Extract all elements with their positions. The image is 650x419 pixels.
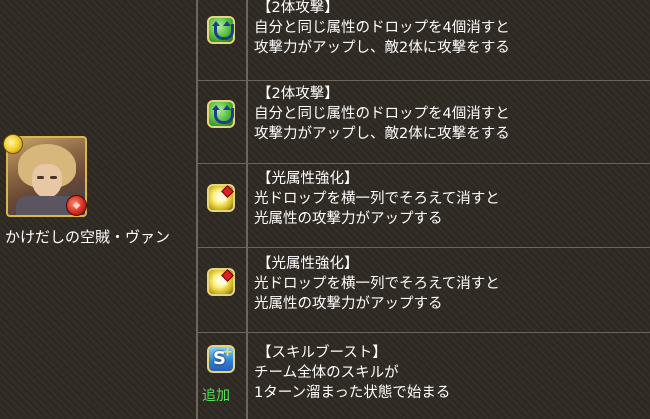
skill-desc-line: 自分と同じ属性のドロップを4個消すと xyxy=(254,106,510,122)
skill-text-cell: 【光属性強化】 光ドロップを横一列でそろえて消すと 光属性の攻撃力がアップする xyxy=(248,254,643,314)
skill-title: 【光属性強化】 xyxy=(257,256,359,272)
light-row-enhance-icon: ✸ xyxy=(207,184,235,212)
portrait-face xyxy=(32,164,62,198)
skill-title: 【2体攻撃】 xyxy=(257,0,339,16)
row-divider-3 xyxy=(197,247,650,248)
skill-desc-line: チーム全体のスキルが xyxy=(254,365,399,381)
row-divider-2 xyxy=(197,163,650,164)
plus-mark: + xyxy=(222,345,233,360)
two-pronged-attack-icon xyxy=(207,100,235,128)
character-name: かけだしの空賊・ヴァン xyxy=(5,228,171,246)
added-label: 追加 xyxy=(202,388,230,404)
skill-desc-line: 光属性の攻撃力がアップする xyxy=(254,211,443,227)
skill-icon-cell: S + 追加 xyxy=(197,333,246,419)
skill-text-cell: 【2体攻撃】 自分と同じ属性のドロップを4個消すと 攻撃力がアップし、敵2体に攻… xyxy=(248,0,643,58)
skill-text-cell: 【光属性強化】 光ドロップを横一列でそろえて消すと 光属性の攻撃力がアップする xyxy=(248,169,643,229)
skill-title: 【光属性強化】 xyxy=(257,171,359,187)
u-shape xyxy=(214,108,234,124)
skill-desc-line: 光ドロップを横一列でそろえて消すと xyxy=(254,191,500,207)
light-row-enhance-icon: ✸ xyxy=(207,268,235,296)
skill-desc-line: 自分と同じ属性のドロップを4個消すと xyxy=(254,20,510,36)
skill-icon-cell: ✸ xyxy=(197,164,246,247)
row-divider-4 xyxy=(197,332,650,333)
u-arrow-left xyxy=(212,105,220,110)
skill-desc-line: 光属性の攻撃力がアップする xyxy=(254,296,443,312)
skill-boost-icon: S + xyxy=(207,345,235,373)
light-attribute-icon xyxy=(3,134,23,154)
skill-text-cell: 【スキルブースト】 チーム全体のスキルが 1ターン溜まった状態で始まる xyxy=(248,343,643,403)
skill-icon-cell: ✸ xyxy=(197,248,246,332)
skill-desc-line: 光ドロップを横一列でそろえて消すと xyxy=(254,276,500,292)
portrait-eye-left xyxy=(37,176,44,179)
skill-desc-line: 1ターン溜まった状態で始まる xyxy=(254,385,451,401)
awakening-badge-icon: ◆ xyxy=(66,195,87,216)
skill-icon-cell xyxy=(197,0,246,80)
u-arrow-left xyxy=(212,21,220,26)
skill-title: 【スキルブースト】 xyxy=(257,345,387,361)
u-shape xyxy=(214,24,234,40)
portrait-eye-right xyxy=(50,176,57,179)
skill-text-cell: 【2体攻撃】 自分と同じ属性のドロップを4個消すと 攻撃力がアップし、敵2体に攻… xyxy=(248,84,643,144)
skill-desc-line: 攻撃力がアップし、敵2体に攻撃をする xyxy=(254,40,510,56)
u-arrow-right xyxy=(223,21,231,26)
skill-icon-cell xyxy=(197,81,246,163)
u-arrow-right xyxy=(223,105,231,110)
skill-desc-line: 攻撃力がアップし、敵2体に攻撃をする xyxy=(254,126,510,142)
character-cell: ◆ かけだしの空賊・ヴァン xyxy=(0,0,197,419)
two-pronged-attack-icon xyxy=(207,16,235,44)
skill-title: 【2体攻撃】 xyxy=(257,86,339,102)
row-divider-1 xyxy=(197,80,650,81)
